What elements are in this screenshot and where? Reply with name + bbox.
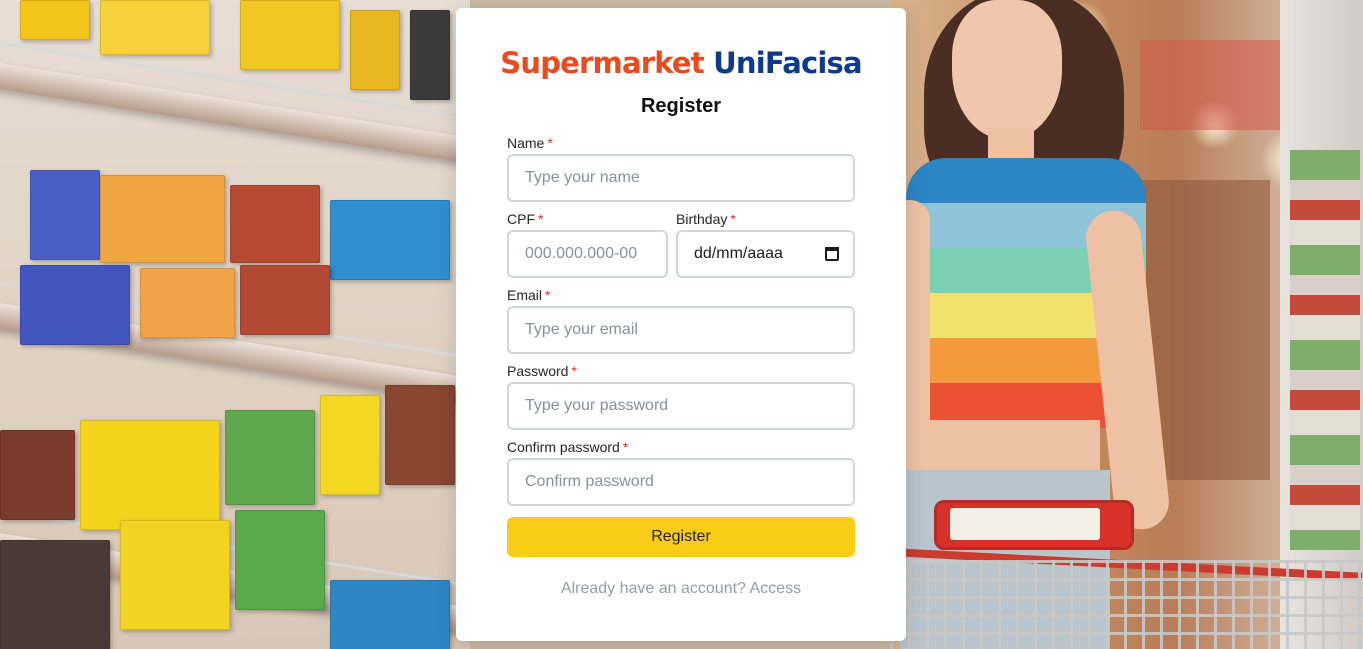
- access-account-link[interactable]: Already have an account? Access: [456, 580, 906, 598]
- required-marker: *: [538, 211, 544, 227]
- password-field-group: Password * Type your password: [507, 362, 855, 430]
- birthday-date-input[interactable]: dd/mm/aaaa: [676, 230, 855, 278]
- confirm-password-label: Confirm password *: [507, 439, 629, 455]
- name-input[interactable]: Type your name: [507, 154, 855, 202]
- email-input[interactable]: Type your email: [507, 306, 855, 354]
- password-label: Password *: [507, 363, 577, 379]
- brand-name-part2: UniFacisa: [713, 46, 862, 80]
- background-shelves-image: [0, 0, 470, 649]
- required-marker: *: [545, 287, 551, 303]
- register-button[interactable]: Register: [507, 517, 855, 557]
- cpf-label: CPF *: [507, 211, 544, 227]
- email-field-group: Email * Type your email: [507, 286, 855, 354]
- required-marker: *: [571, 363, 577, 379]
- cpf-input[interactable]: 000.000.000-00: [507, 230, 668, 278]
- name-label: Name *: [507, 135, 553, 151]
- cpf-field-group: CPF * 000.000.000-00: [507, 210, 668, 278]
- password-input[interactable]: Type your password: [507, 382, 855, 430]
- brand-name-part1: Supermarket: [500, 46, 704, 80]
- email-label: Email *: [507, 287, 551, 303]
- name-field-group: Name * Type your name: [507, 134, 855, 202]
- confirm-password-input[interactable]: Confirm password: [507, 458, 855, 506]
- brand-logo: Supermarket UniFacisa: [456, 46, 906, 80]
- birthday-label: Birthday *: [676, 211, 736, 227]
- birthday-field-group: Birthday * dd/mm/aaaa: [676, 210, 855, 278]
- calendar-icon[interactable]: [825, 247, 839, 261]
- register-card: Supermarket UniFacisa Register Name * Typ…: [456, 8, 906, 641]
- required-marker: *: [622, 439, 629, 455]
- form-title: Register: [640, 95, 722, 117]
- required-marker: *: [547, 135, 553, 151]
- confirm-password-field-group: Confirm password * Confirm password: [507, 438, 855, 506]
- background-shopper-image: [890, 0, 1363, 649]
- required-marker: *: [730, 211, 736, 227]
